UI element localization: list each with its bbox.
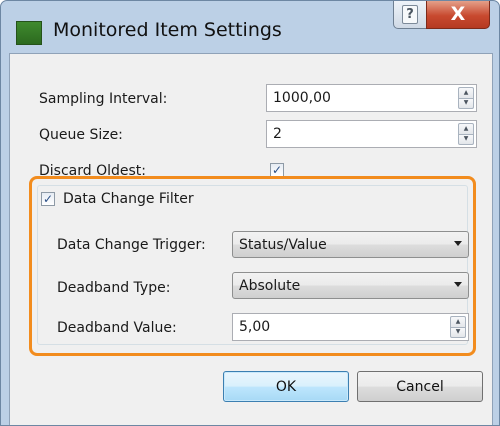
spin-up-icon[interactable]: ▲	[450, 316, 466, 328]
spin-up-icon[interactable]: ▲	[458, 87, 474, 99]
close-button[interactable]: X	[426, 1, 490, 29]
data-change-filter-label: Data Change Filter	[63, 191, 194, 207]
sampling-interval-label: Sampling Interval:	[39, 91, 168, 107]
deadband-type-select[interactable]: Absolute	[232, 272, 469, 299]
cancel-button[interactable]: Cancel	[357, 371, 483, 402]
spin-down-icon[interactable]: ▼	[458, 98, 474, 109]
chevron-down-icon	[454, 241, 462, 246]
ok-button[interactable]: OK	[223, 371, 349, 402]
queue-size-spinner[interactable]: ▲ ▼	[458, 123, 474, 145]
window-title: Monitored Item Settings	[53, 19, 282, 41]
data-change-trigger-select[interactable]: Status/Value	[232, 231, 469, 258]
deadband-value-spinner[interactable]: ▲ ▼	[450, 316, 466, 338]
queue-size-input[interactable]: 2 ▲ ▼	[266, 120, 477, 148]
app-icon	[16, 21, 42, 45]
deadband-type-value: Absolute	[239, 278, 301, 294]
title-bar[interactable]: Monitored Item Settings ? X	[1, 1, 499, 53]
data-change-filter-toggle[interactable]: ✓ Data Change Filter	[41, 191, 200, 207]
close-icon: X	[450, 3, 466, 25]
deadband-value-value: 5,00	[239, 319, 271, 335]
discard-oldest-checkbox[interactable]: ✓	[270, 163, 284, 177]
deadband-value-label: Deadband Value:	[57, 320, 177, 336]
spin-down-icon[interactable]: ▼	[450, 327, 466, 338]
queue-size-value: 2	[273, 126, 282, 142]
sampling-interval-value: 1000,00	[273, 90, 331, 106]
dialog-window: Monitored Item Settings ? X Sampling Int…	[0, 0, 500, 426]
sampling-interval-spinner[interactable]: ▲ ▼	[458, 87, 474, 109]
deadband-type-label: Deadband Type:	[57, 280, 171, 296]
spin-up-icon[interactable]: ▲	[458, 123, 474, 135]
chevron-down-icon	[454, 282, 462, 287]
data-change-trigger-value: Status/Value	[239, 237, 327, 253]
queue-size-label: Queue Size:	[39, 127, 123, 143]
help-icon: ?	[402, 5, 418, 24]
deadband-value-input[interactable]: 5,00 ▲ ▼	[232, 313, 469, 341]
check-icon: ✓	[271, 163, 283, 177]
data-change-trigger-label: Data Change Trigger:	[57, 237, 206, 253]
sampling-interval-input[interactable]: 1000,00 ▲ ▼	[266, 84, 477, 112]
check-icon: ✓	[42, 192, 54, 206]
data-change-filter-checkbox[interactable]: ✓	[41, 192, 55, 206]
spin-down-icon[interactable]: ▼	[458, 134, 474, 145]
help-button[interactable]: ?	[393, 1, 427, 29]
